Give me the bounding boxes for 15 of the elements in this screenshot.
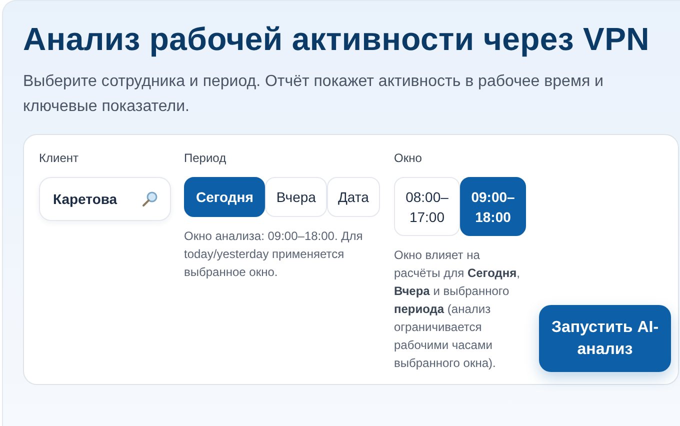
search-icon — [142, 191, 158, 207]
window-option[interactable]: 08:00–17:00 — [394, 177, 460, 236]
client-label: Клиент — [39, 150, 80, 167]
period-option[interactable]: Сегодня — [184, 177, 266, 217]
period-label: Период — [184, 150, 228, 167]
page-subtitle: Выберите сотрудника и период. Отчёт покажет активность в рабочее время и ключевые показатели. — [23, 72, 604, 117]
page-title: Анализ рабочей активности через VPN — [23, 21, 650, 57]
period-option[interactable]: Вчера — [265, 177, 327, 217]
period-note: Окно анализа: 09:00–18:00. Для today/yesterday применяется выбранное окно. — [184, 228, 364, 281]
window-note: Окно влияет на расчёты для Сегодня, Вчера и выбранного периода (анализ ограничивается рабочими часами выбранного окна). — [394, 247, 521, 372]
client-field[interactable]: Каретова — [39, 177, 171, 221]
window-option[interactable]: 09:00–18:00 — [460, 177, 526, 236]
window-label: Окно — [394, 150, 423, 167]
period-option[interactable]: Дата — [326, 177, 380, 217]
run-analysis-button[interactable]: Запустить AI-анализ — [539, 305, 671, 372]
